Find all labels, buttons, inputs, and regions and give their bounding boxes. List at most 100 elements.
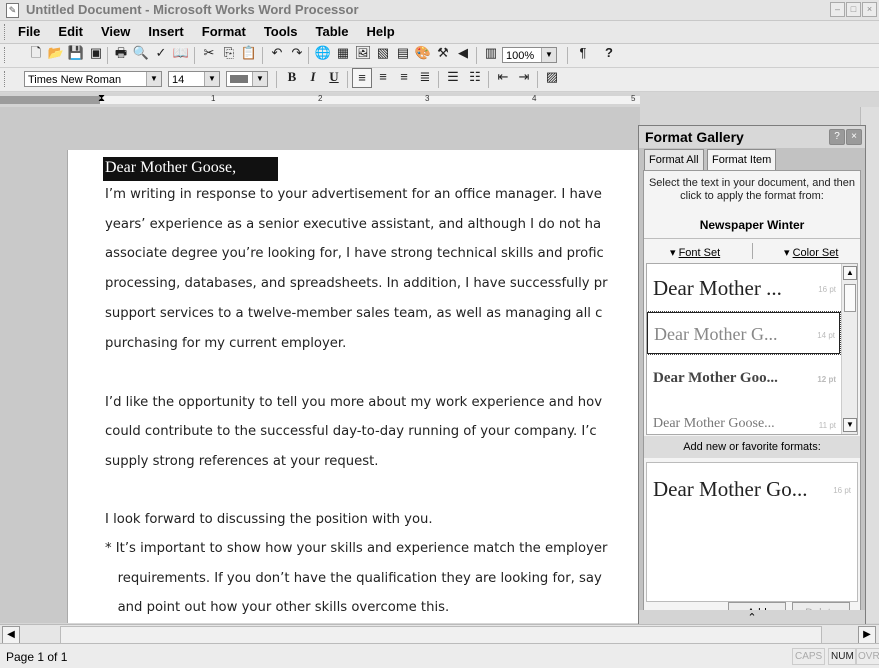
format-item[interactable]: Dear Mother ... 16 pt [647,266,840,310]
numbering-icon[interactable]: ☷ [466,68,484,86]
save-icon[interactable]: 💾 [67,44,85,62]
insert-table-icon[interactable]: ▦ [334,44,352,62]
body-line[interactable]: associate degree you’re looking for, I h… [105,246,604,261]
body-line[interactable]: I look forward to discussing the positio… [105,512,433,527]
selected-salutation[interactable]: Dear Mother Goose, [103,157,278,181]
print-icon[interactable]: 🖶 [112,44,130,62]
columns-icon[interactable]: ▥ [482,44,500,62]
page-indicator: Page 1 of 1 [6,650,68,664]
tab-format-item[interactable]: Format Item [707,149,777,172]
underline-icon[interactable]: U [325,68,343,86]
ruler-mark: 5 [631,94,636,103]
favorite-format-item[interactable]: Dear Mother Go... 16 pt [647,467,855,507]
toolbar-grip[interactable] [4,47,8,63]
body-line[interactable]: I’m writing in response to your advertis… [105,187,602,202]
chevron-down-icon[interactable]: ▼ [146,72,161,86]
body-line[interactable]: purchasing for my current employer. [105,336,346,351]
minimize-button[interactable]: – [830,2,845,17]
maximize-button[interactable]: □ [846,2,861,17]
align-center-icon[interactable]: ≡ [374,68,392,86]
align-right-icon[interactable]: ≡ [395,68,413,86]
justify-icon[interactable]: ≣ [416,68,434,86]
open-folder-icon[interactable]: 📂 [47,44,65,62]
scroll-right-icon[interactable]: ▶ [858,626,876,644]
show-formatting-icon[interactable]: ¶ [574,44,592,62]
insert-picture-icon[interactable]: ▧ [374,44,392,62]
gallery-scrollbar[interactable]: ▲ ▼ [841,264,857,434]
print-preview-icon[interactable]: 🔍 [132,44,150,62]
undo-icon[interactable]: ↶ [268,44,286,62]
sound-icon[interactable]: ◀ [454,44,472,62]
format-item[interactable]: Dear Mother Goo... 12 pt [647,358,840,398]
format-gallery-icon[interactable]: ▨ [543,68,561,86]
toolbar-grip[interactable] [4,71,8,87]
spelling-icon[interactable]: ✓ [152,44,170,62]
scroll-thumb[interactable] [844,284,856,312]
horizontal-scrollbar[interactable]: ◀ ▶ [0,624,879,644]
body-line[interactable]: could contribute to the successful day-t… [105,424,597,439]
format-set-name: Newspaper Winter [699,218,805,232]
tab-format-all[interactable]: Format All [644,149,704,170]
chart-icon[interactable]: ▤ [394,44,412,62]
paint-icon[interactable]: 🎨 [414,44,432,62]
scroll-up-icon[interactable]: ▲ [843,266,857,280]
increase-indent-icon[interactable]: ⇥ [515,68,533,86]
bold-icon[interactable]: B [283,68,301,86]
font-name-select[interactable]: Times New Roman ▼ [24,71,162,87]
format-item-selected[interactable]: Dear Mother G... 14 pt [647,311,841,355]
menu-table[interactable]: Table [316,24,349,39]
align-left-icon[interactable]: ≡ [352,68,372,88]
chevron-down-icon[interactable]: ▼ [252,72,267,86]
menu-help[interactable]: Help [367,24,395,39]
chevron-down-icon[interactable]: ▼ [541,48,556,62]
format-item-size: 16 pt [818,285,836,294]
color-set-dropdown[interactable]: ▾ Color Set [784,246,838,259]
body-line[interactable]: support services to a twelve-member sale… [105,306,602,321]
document-page[interactable]: Dear Mother Goose, I’m writing in respon… [67,150,641,623]
zoom-select[interactable]: 100% ▼ [502,47,557,63]
menu-bar: File Edit View Insert Format Tools Table… [0,21,879,44]
toolbar-grip[interactable] [4,24,8,40]
help-icon[interactable]: ? [600,44,618,62]
body-line[interactable]: * It’s important to show how your skills… [105,541,607,556]
thesaurus-icon[interactable]: 📖 [172,44,190,62]
clip-art-icon[interactable]: 🖼 [354,44,372,62]
body-line[interactable]: requirements. If you don’t have the qual… [105,571,602,586]
body-line[interactable]: processing, databases, and spreadsheets.… [105,276,608,291]
scroll-left-icon[interactable]: ◀ [2,626,20,644]
address-book-icon[interactable]: ▣ [87,44,105,62]
menu-tools[interactable]: Tools [264,24,298,39]
font-size-select[interactable]: 14 ▼ [168,71,220,87]
close-button[interactable]: × [862,2,877,17]
ruler[interactable]: ⧗ 1 2 3 4 5 [0,93,640,108]
cut-icon[interactable]: ✂ [200,44,218,62]
menu-edit[interactable]: Edit [58,24,83,39]
tools-icon[interactable]: ⚒ [434,44,452,62]
decrease-indent-icon[interactable]: ⇤ [494,68,512,86]
body-line[interactable]: I’d like the opportunity to tell you mor… [105,395,602,410]
chevron-down-icon[interactable]: ▼ [204,72,219,86]
scroll-down-icon[interactable]: ▼ [843,418,857,432]
italic-icon[interactable]: I [304,68,322,86]
paste-icon[interactable]: 📋 [240,44,258,62]
menu-file[interactable]: File [18,24,40,39]
scroll-thumb[interactable] [60,626,822,644]
body-line[interactable]: years’ experience as a senior executive … [105,217,601,232]
menu-insert[interactable]: Insert [148,24,183,39]
indent-marker-icon[interactable]: ⧗ [98,93,105,104]
body-line[interactable]: supply strong references at your request… [105,454,378,469]
bullets-icon[interactable]: ☰ [444,68,462,86]
new-document-icon[interactable]: 🗋 [27,44,45,62]
close-icon[interactable]: × [846,129,862,145]
format-item[interactable]: Dear Mother Goose... 11 pt [647,402,840,434]
copy-icon[interactable]: ⎘ [220,44,238,62]
hyperlink-icon[interactable]: 🌐 [314,44,332,62]
menu-view[interactable]: View [101,24,130,39]
title-bar: ✎ Untitled Document - Microsoft Works Wo… [0,0,879,21]
help-icon[interactable]: ? [829,129,845,145]
body-line[interactable]: and point out how your other skills over… [105,600,450,615]
font-color-select[interactable]: ▼ [226,71,268,87]
font-set-dropdown[interactable]: ▾ Font Set [670,246,720,259]
redo-icon[interactable]: ↷ [288,44,306,62]
menu-format[interactable]: Format [202,24,246,39]
